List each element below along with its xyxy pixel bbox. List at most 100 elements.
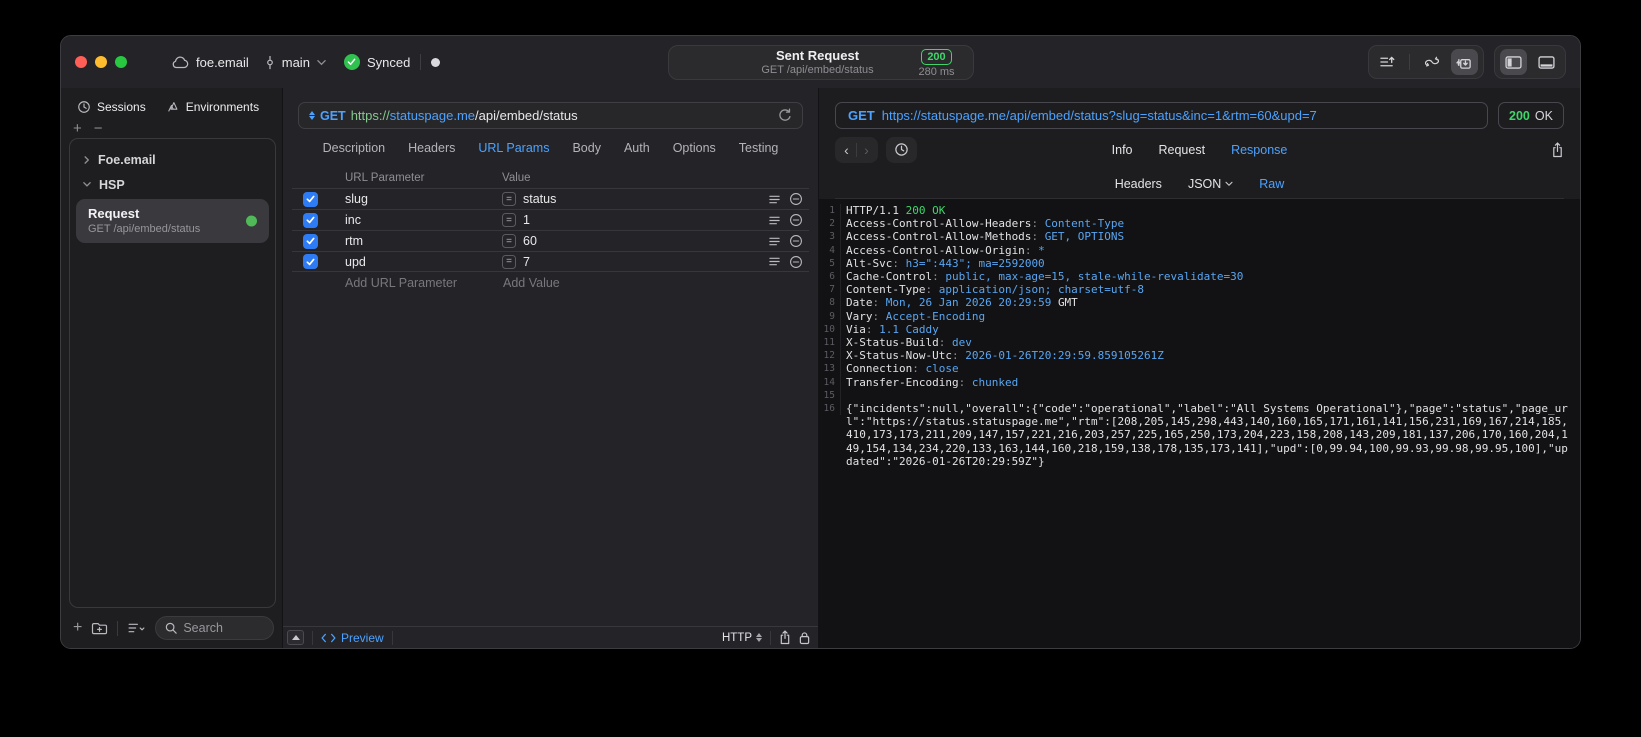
project-menu[interactable]: foe.email [171, 55, 249, 70]
request-tab-label: Description [322, 140, 386, 155]
url-host: statuspage.me [389, 108, 476, 123]
param-text-options-icon[interactable] [768, 194, 781, 205]
import-response-button[interactable] [1451, 49, 1478, 75]
response-tab-bar: Info Request Response [835, 143, 1564, 157]
request-tab-headers[interactable]: Headers [408, 141, 455, 155]
request-tab-auth[interactable]: Auth [624, 141, 650, 155]
sent-request-info: Sent Request GET /api/embed/status [669, 48, 911, 77]
preview-button[interactable]: Preview [321, 631, 384, 645]
request-method[interactable]: GET [320, 109, 346, 123]
response-tab-info[interactable]: Info [1112, 143, 1133, 157]
response-subtab-bar: Headers JSON Raw [835, 170, 1564, 199]
column-header-parameter: URL Parameter [345, 172, 425, 184]
token: Vary [846, 309, 873, 323]
param-remove-icon[interactable] [789, 255, 803, 269]
footer-divider [391, 630, 393, 645]
token: Via [846, 322, 866, 336]
param-text-options-icon[interactable] [768, 256, 781, 267]
param-remove-icon[interactable] [789, 234, 803, 248]
param-value-field[interactable]: 60 [523, 234, 537, 248]
expand-panel-button[interactable] [287, 630, 304, 645]
response-url-row: GET https://statuspage.me/api/embed/stat… [835, 102, 1564, 129]
tab-sessions[interactable]: Sessions [77, 100, 146, 114]
response-tab-response[interactable]: Response [1231, 143, 1287, 157]
search-input[interactable]: Search [155, 616, 274, 640]
export-request-button[interactable] [1374, 49, 1401, 75]
zoom-window-button[interactable] [115, 56, 127, 68]
param-name-field[interactable]: inc [345, 213, 485, 227]
param-name-field[interactable]: rtm [345, 234, 485, 248]
response-url-box[interactable]: GET https://statuspage.me/api/embed/stat… [835, 102, 1488, 129]
environments-layers-icon [166, 100, 180, 114]
param-checkbox[interactable] [303, 212, 318, 228]
request-tab-testing[interactable]: Testing [739, 141, 779, 155]
request-url[interactable]: https://statuspage.me/api/embed/status [351, 108, 578, 123]
sync-loop-icon[interactable] [1418, 49, 1445, 75]
param-text-options-icon[interactable] [768, 215, 781, 226]
add-item-button[interactable]: + [73, 619, 82, 637]
column-header-value: Value [502, 172, 531, 184]
sidebar-footer: + Search [69, 608, 276, 642]
token: X-Status-Now-Utc [846, 349, 952, 363]
param-checkbox[interactable] [303, 191, 318, 207]
request-tab-options[interactable]: Options [673, 141, 716, 155]
sidebar-group-hsp[interactable]: HSP [74, 172, 271, 197]
branch-icon [265, 55, 275, 70]
close-window-button[interactable] [75, 56, 87, 68]
param-value-field[interactable]: 1 [523, 213, 530, 227]
group-label: HSP [99, 177, 125, 192]
param-name-field[interactable]: upd [345, 255, 485, 269]
response-subtab-json[interactable]: JSON [1188, 177, 1233, 191]
sent-request-pill[interactable]: Sent Request GET /api/embed/status 200 2… [667, 45, 974, 80]
export-response-icon[interactable] [1551, 141, 1564, 158]
param-checkbox[interactable] [303, 254, 318, 269]
token: X-Status-Build [846, 336, 939, 350]
add-param-row[interactable]: Add URL Parameter Add Value [292, 272, 809, 294]
response-tab-request[interactable]: Request [1159, 143, 1206, 157]
new-folder-icon[interactable] [91, 621, 108, 635]
param-remove-icon[interactable] [789, 192, 803, 206]
add-param-value-placeholder[interactable]: Add Value [503, 276, 560, 290]
request-tab-body[interactable]: Body [572, 141, 601, 155]
line-number: 7 [819, 283, 841, 297]
remove-session-button[interactable]: − [94, 120, 103, 137]
param-value-field[interactable]: status [523, 192, 556, 206]
response-subtab-raw[interactable]: Raw [1259, 177, 1284, 191]
request-list-item[interactable]: Request GET /api/embed/status [76, 199, 269, 243]
record-dot-icon[interactable] [431, 57, 441, 67]
sync-status[interactable]: Synced [343, 54, 410, 70]
sort-filter-icon[interactable] [127, 622, 146, 634]
sidebar-group-foe-email[interactable]: Foe.email [74, 147, 271, 172]
minimize-window-button[interactable] [95, 56, 107, 68]
response-raw-view[interactable]: 1 HTTP/1.1 200 OK 2 Access-Control-Allow-He… [819, 199, 1580, 648]
add-session-button[interactable]: + [73, 120, 82, 137]
token: : [925, 283, 939, 297]
branch-menu[interactable]: main [265, 55, 326, 70]
response-panel: GET https://statuspage.me/api/embed/stat… [819, 88, 1580, 648]
param-value-field[interactable]: 7 [523, 255, 530, 269]
param-checkbox[interactable] [303, 233, 318, 249]
layout-sidebar-button[interactable] [1500, 49, 1527, 75]
response-tab-label: Request [1158, 142, 1206, 157]
token: Access-Control-Allow-Methods [846, 230, 1032, 244]
layout-bottom-button[interactable] [1533, 49, 1560, 75]
resend-request-icon[interactable] [778, 108, 792, 123]
response-tab-label: Response [1231, 142, 1288, 157]
tab-environments[interactable]: Environments [166, 100, 259, 114]
param-text-options-icon[interactable] [768, 236, 781, 247]
project-tree: Foe.email HSP [74, 147, 271, 197]
add-param-name-placeholder[interactable]: Add URL Parameter [345, 276, 485, 290]
share-icon[interactable] [779, 630, 791, 645]
param-remove-icon[interactable] [789, 213, 803, 227]
line-content: Via: 1.1 Caddy [841, 323, 1574, 336]
method-selector-icon[interactable] [309, 111, 315, 120]
param-name-field[interactable]: slug [345, 192, 485, 206]
lock-icon[interactable] [799, 631, 810, 645]
response-subtab-headers[interactable]: Headers [1115, 177, 1162, 191]
request-tab-description[interactable]: Description [323, 141, 386, 155]
equals-badge: = [502, 234, 516, 248]
request-tab-url-params[interactable]: URL Params [478, 141, 549, 155]
line-number: 16 [819, 402, 841, 416]
request-url-bar[interactable]: GET https://statuspage.me/api/embed/stat… [298, 102, 803, 129]
protocol-selector[interactable]: HTTP [722, 632, 762, 644]
